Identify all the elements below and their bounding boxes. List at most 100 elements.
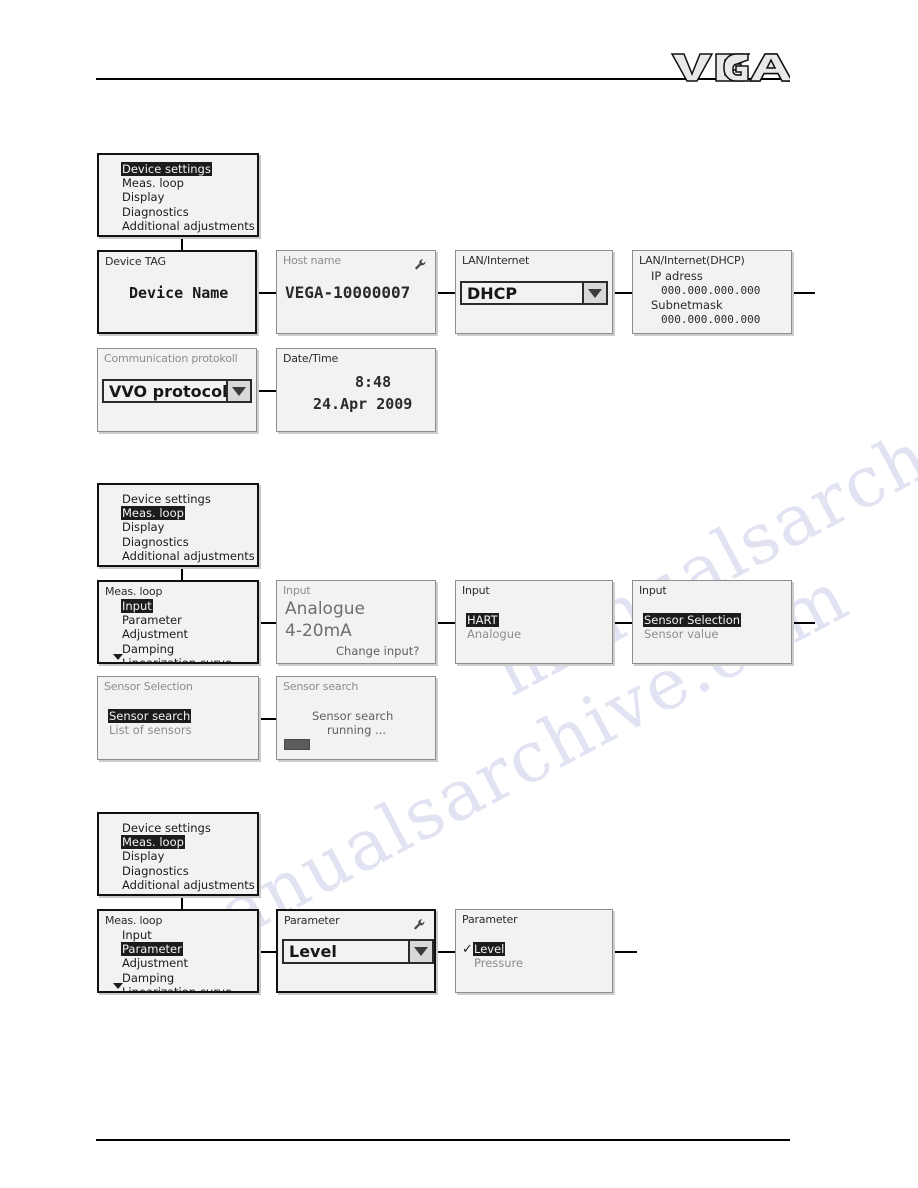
ip-address-label: IP adress <box>651 269 703 283</box>
panel-device-tag[interactable]: Device TAG Device Name <box>97 250 257 334</box>
parameter-value: Level <box>289 942 337 961</box>
chevron-down-icon[interactable] <box>582 283 606 303</box>
menu-item-label: Sensor search <box>108 709 192 724</box>
lan-mode-dropdown[interactable]: DHCP <box>460 281 608 305</box>
panel-sensor-search[interactable]: Sensor search Sensor search running ... <box>276 676 436 760</box>
panel-title: Meas. loop <box>105 585 163 598</box>
connector-dhcp-out <box>791 292 815 294</box>
panel-lan-internet[interactable]: LAN/Internet DHCP <box>455 250 613 334</box>
menu-item-label: List of sensors <box>109 723 192 738</box>
menu-item-adjustment[interactable]: Adjustment <box>121 956 233 970</box>
menu-item-sensor-selection[interactable]: Sensor Selection <box>643 613 742 628</box>
menu-item-analogue[interactable]: Analogue <box>466 627 522 641</box>
menu-list[interactable]: Sensor search List of sensors <box>108 709 193 737</box>
menu-item-meas-loop[interactable]: Meas. loop <box>121 506 256 521</box>
menu-item-sensor-search[interactable]: Sensor search <box>108 709 193 724</box>
protocol-value: VVO protocol <box>109 381 226 401</box>
menu-item-label: Device settings <box>121 162 212 177</box>
menu-item-device-settings[interactable]: Device settings <box>121 492 256 506</box>
menu-item-meas-loop[interactable]: Meas. loop <box>121 176 256 190</box>
menu-item-input[interactable]: Input <box>121 599 233 614</box>
menu-item-hart[interactable]: HART <box>466 613 522 628</box>
connector-inputchoice-to-sensor <box>613 622 633 624</box>
panel-parameter-list[interactable]: Parameter ✓ Level Pressure <box>455 909 613 993</box>
menu-item-parameter[interactable]: Parameter <box>121 942 233 957</box>
menu-item-info[interactable]: Info <box>121 233 256 235</box>
menu-item-display[interactable]: Display <box>121 190 256 204</box>
lan-mode-value: DHCP <box>467 283 518 303</box>
menu-item-additional-adjustments[interactable]: Additional adjustments <box>121 549 256 563</box>
chevron-down-icon[interactable] <box>226 381 250 401</box>
menu-item-adjustment[interactable]: Adjustment <box>121 627 233 641</box>
menu-item-damping[interactable]: Damping <box>121 642 233 656</box>
panel-input-current[interactable]: Input Analogue 4-20mA Change input? <box>276 580 436 664</box>
panel-title: LAN/Internet(DHCP) <box>639 254 745 267</box>
menu-list[interactable]: Device settings Meas. loop Display Diagn… <box>121 821 256 894</box>
menu-item-meas-loop[interactable]: Meas. loop <box>121 835 256 850</box>
menu-list[interactable]: Device settings Meas. loop Display Diagn… <box>121 492 256 565</box>
menu-item-device-settings[interactable]: Device settings <box>121 821 256 835</box>
scroll-down-arrow-icon[interactable] <box>113 654 123 660</box>
menu-item-label: Analogue <box>467 627 522 642</box>
menu-list[interactable]: Input Parameter Adjustment Damping Linea… <box>121 928 233 991</box>
panel-meas-loop-parameter[interactable]: Meas. loop Input Parameter Adjustment Da… <box>97 909 259 993</box>
menu-item-pressure[interactable]: Pressure <box>473 956 524 970</box>
menu-item-diagnostics[interactable]: Diagnostics <box>121 205 256 219</box>
menu-item-linearization-curve[interactable]: Linearization curve <box>121 656 233 662</box>
menu-item-display[interactable]: Display <box>121 520 256 534</box>
menu-item-label: Device settings <box>122 821 211 835</box>
menu-item-diagnostics[interactable]: Diagnostics <box>121 535 256 549</box>
menu-list[interactable]: Input Parameter Adjustment Damping Linea… <box>121 599 233 662</box>
panel-main-menu-meas-loop-2[interactable]: Device settings Meas. loop Display Diagn… <box>97 812 259 896</box>
menu-item-info[interactable]: Info <box>121 563 256 565</box>
panel-main-menu-meas-loop[interactable]: Device settings Meas. loop Display Diagn… <box>97 483 259 567</box>
menu-item-label: Display <box>122 849 165 864</box>
menu-list[interactable]: Sensor Selection Sensor value <box>643 613 742 641</box>
menu-item-diagnostics[interactable]: Diagnostics <box>121 864 256 878</box>
connector-measloop3-to-parameter <box>257 951 277 953</box>
panel-host-name[interactable]: Host name VEGA-10000007 <box>276 250 436 334</box>
panel-parameter-combo[interactable]: Parameter Level <box>276 909 436 993</box>
scroll-down-arrow-icon[interactable] <box>113 983 123 989</box>
connector-menu2-to-measloop <box>181 566 183 580</box>
wrench-icon[interactable] <box>414 256 427 270</box>
menu-item-label: Info <box>121 892 145 894</box>
protocol-dropdown[interactable]: VVO protocol <box>102 379 252 403</box>
menu-item-sensor-value[interactable]: Sensor value <box>643 627 741 641</box>
menu-item-label: HART <box>466 613 499 628</box>
panel-input-sensor[interactable]: Input Sensor Selection Sensor value <box>632 580 792 664</box>
menu-item-parameter[interactable]: Parameter <box>121 613 233 627</box>
menu-item-info[interactable]: Info <box>121 892 256 894</box>
menu-item-label: Diagnostics <box>122 863 189 878</box>
menu-item-label: Meas. loop <box>122 176 184 191</box>
panel-main-menu-device-settings[interactable]: Device settings Meas. loop Display Diagn… <box>97 153 259 237</box>
menu-item-label: Additional adjustments <box>122 218 255 233</box>
wrench-icon[interactable] <box>413 916 426 930</box>
sensor-search-line1: Sensor search <box>312 709 394 723</box>
menu-item-additional-adjustments[interactable]: Additional adjustments <box>121 219 256 233</box>
panel-title: Sensor Selection <box>104 680 193 693</box>
panel-sensor-selection[interactable]: Sensor Selection Sensor search List of s… <box>97 676 259 760</box>
panel-title: Host name <box>283 254 341 267</box>
chevron-down-icon[interactable] <box>408 941 432 962</box>
menu-item-label: Parameter <box>122 613 182 628</box>
menu-item-damping[interactable]: Damping <box>121 971 233 985</box>
menu-item-device-settings[interactable]: Device settings <box>121 162 256 177</box>
menu-item-display[interactable]: Display <box>121 849 256 863</box>
panel-meas-loop-input[interactable]: Meas. loop Input Parameter Adjustment Da… <box>97 580 259 664</box>
panel-input-choice[interactable]: Input HART Analogue <box>455 580 613 664</box>
menu-item-label: Damping <box>122 641 175 656</box>
parameter-dropdown[interactable]: Level <box>282 939 434 964</box>
panel-lan-dhcp[interactable]: LAN/Internet(DHCP) IP adress 000.000.000… <box>632 250 792 334</box>
menu-list[interactable]: Device settings Meas. loop Display Diagn… <box>121 162 256 235</box>
menu-item-list-of-sensors[interactable]: List of sensors <box>108 723 193 737</box>
menu-item-input[interactable]: Input <box>121 928 233 942</box>
panel-communication-protocol[interactable]: Communication protokoll VVO protocol <box>97 348 257 432</box>
menu-item-linearization-curve[interactable]: Linearization curve <box>121 985 233 991</box>
menu-item-additional-adjustments[interactable]: Additional adjustments <box>121 878 256 892</box>
menu-list[interactable]: HART Analogue <box>466 613 522 641</box>
menu-list[interactable]: Level Pressure <box>473 942 524 970</box>
menu-item-level[interactable]: Level <box>473 942 524 957</box>
panel-date-time[interactable]: Date/Time 8:48 24.Apr 2009 <box>276 348 436 432</box>
menu-item-label: Input <box>122 928 152 942</box>
